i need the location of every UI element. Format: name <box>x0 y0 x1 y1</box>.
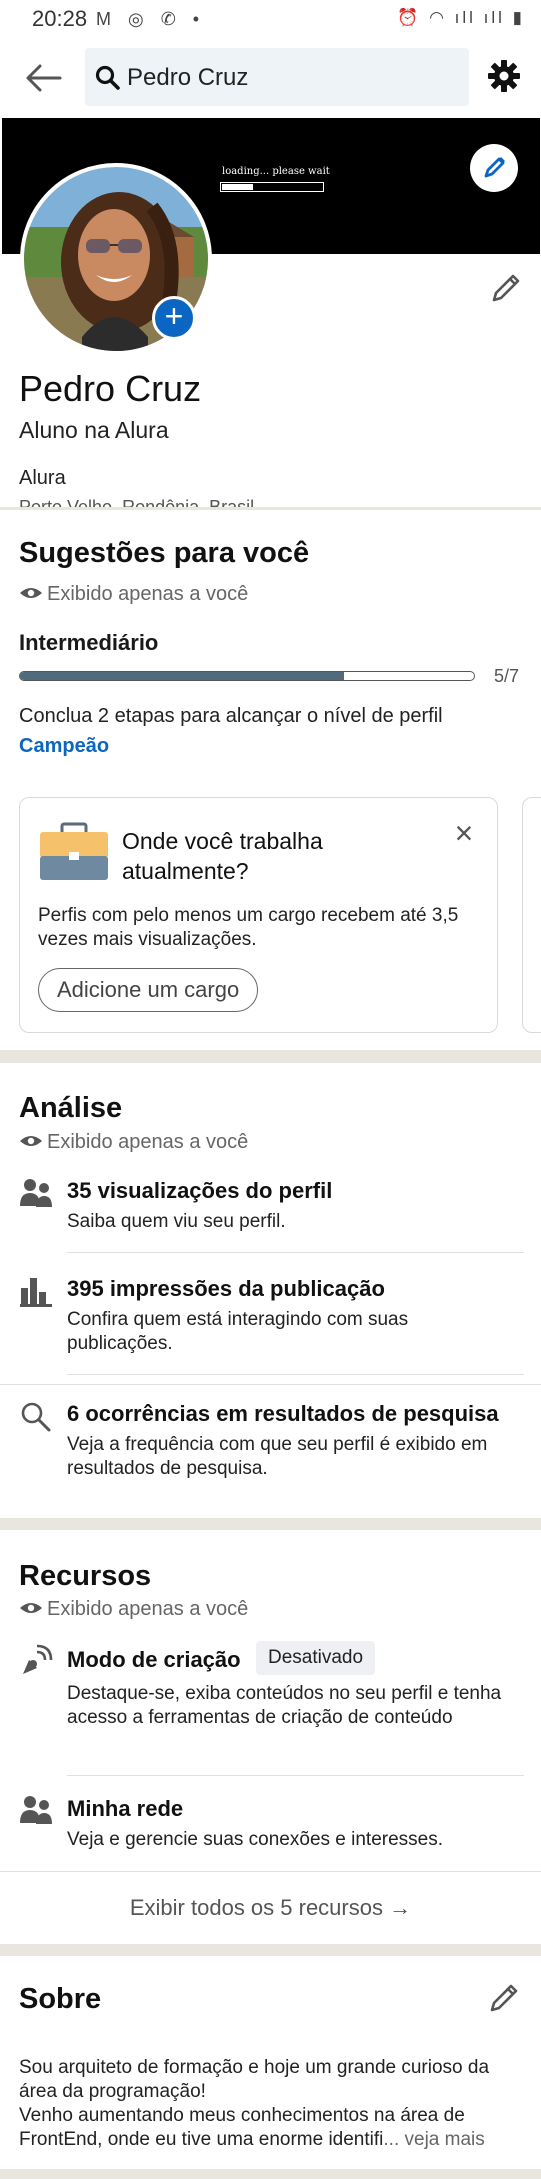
system-icons: ⏰ ◠ ıll ıll ▮ <box>397 8 525 27</box>
resource-item-title[interactable]: Minha rede <box>67 1796 527 1822</box>
bar-chart-icon <box>20 1278 52 1307</box>
next-level-link[interactable]: Campeão <box>19 735 109 758</box>
profile-headline: Aluno na Alura <box>19 417 169 443</box>
row-divider <box>67 1775 524 1776</box>
pencil-icon <box>484 157 505 178</box>
satellite-icon <box>23 1644 53 1674</box>
notification-icons: M ◎ ✆ • <box>96 9 206 29</box>
search-bar[interactable]: Pedro Cruz <box>85 48 469 106</box>
add-photo-button[interactable]: + <box>152 296 196 340</box>
private-label: Exibido apenas a você <box>19 583 248 606</box>
close-icon[interactable]: × <box>450 817 478 849</box>
analytics-item-subtitle: Confira quem está interagindo com suas p… <box>67 1309 409 1354</box>
about-title: Sobre <box>19 1983 102 2015</box>
analytics-title: Análise <box>19 1092 123 1124</box>
eye-icon <box>20 1136 42 1146</box>
section-divider <box>0 1050 541 1063</box>
card-title: Onde você trabalha atualmente? <box>122 828 323 884</box>
search-icon <box>21 1402 51 1432</box>
section-divider <box>0 1518 541 1530</box>
about-text: Sou arquiteto de formação e hoje um gran… <box>19 2056 529 2152</box>
profile-strength-fill <box>20 672 345 680</box>
next-suggestion-card[interactable] <box>522 797 541 1033</box>
people-icon <box>20 1179 52 1207</box>
suggestion-card: Onde você trabalha atualmente? × Perfis … <box>19 797 498 1033</box>
private-text: Exibido apenas a você <box>47 1131 249 1153</box>
search-icon <box>95 65 120 90</box>
private-label: Exibido apenas a você <box>19 1131 248 1154</box>
status-bar: 20:28 M ◎ ✆ • ⏰ ◠ ıll ıll ▮ <box>0 0 541 40</box>
resources-title: Recursos <box>19 1560 152 1592</box>
analytics-item-subtitle: Veja a frequência com que seu perfil é e… <box>67 1434 488 1479</box>
status-time: 20:28 <box>32 6 88 31</box>
people-icon <box>20 1796 52 1824</box>
row-divider <box>0 1384 541 1385</box>
profile-step-count: 5/7 <box>494 666 520 686</box>
analytics-item-title[interactable]: 395 impressões da publicação <box>67 1276 527 1302</box>
resource-item-title[interactable]: Modo de criação <box>67 1647 241 1673</box>
section-divider <box>0 2169 541 2179</box>
private-label: Exibido apenas a você <box>19 1598 248 1621</box>
eye-icon <box>20 588 42 598</box>
private-text: Exibido apenas a você <box>47 583 249 605</box>
resource-item-subtitle: Destaque-se, exiba conteúdos no seu perf… <box>67 1683 502 1728</box>
edit-profile-pencil-icon[interactable] <box>488 270 524 306</box>
status-badge: Desativado <box>256 1641 376 1675</box>
loading-progress-fill <box>222 184 253 190</box>
loading-text: loading... please wait <box>222 166 330 177</box>
section-divider <box>0 507 541 510</box>
see-more-link[interactable]: ... veja mais <box>383 2129 484 2150</box>
resource-item-subtitle: Veja e gerencie suas conexões e interess… <box>67 1829 444 1850</box>
row-divider <box>67 1374 524 1375</box>
profile-strength-meter <box>19 671 475 681</box>
briefcase-icon <box>40 822 108 880</box>
gear-icon[interactable] <box>486 58 522 94</box>
back-arrow-icon[interactable] <box>24 60 64 96</box>
level-hint: Conclua 2 etapas para alcançar o nível d… <box>19 705 443 727</box>
section-divider <box>0 1944 541 1956</box>
add-position-button[interactable]: Adicione um cargo <box>38 968 259 1012</box>
suggestions-title: Sugestões para você <box>19 537 310 569</box>
row-divider <box>0 1871 541 1872</box>
app-bar: Pedro Cruz <box>0 40 541 118</box>
eye-icon <box>20 1603 42 1613</box>
search-input[interactable]: Pedro Cruz <box>127 64 248 92</box>
private-text: Exibido apenas a você <box>47 1598 249 1620</box>
card-description: Perfis com pelo menos um cargo recebem a… <box>38 905 459 950</box>
profile-company: Alura <box>19 467 66 489</box>
analytics-item-subtitle: Saiba quem viu seu perfil. <box>67 1211 286 1232</box>
profile-level: Intermediário <box>19 630 159 655</box>
plus-icon: + <box>164 298 184 334</box>
row-divider <box>67 1252 524 1253</box>
analytics-item-title[interactable]: 35 visualizações do perfil <box>67 1178 527 1204</box>
edit-banner-button[interactable] <box>470 144 518 192</box>
edit-about-pencil-icon[interactable] <box>486 1980 522 2016</box>
loading-progress-bar <box>220 182 324 192</box>
analytics-item-title[interactable]: 6 ocorrências em resultados de pesquisa <box>67 1401 527 1427</box>
profile-name: Pedro Cruz <box>19 368 202 409</box>
show-all-resources-button[interactable]: Exibir todos os 5 recursos → <box>0 1876 541 1940</box>
